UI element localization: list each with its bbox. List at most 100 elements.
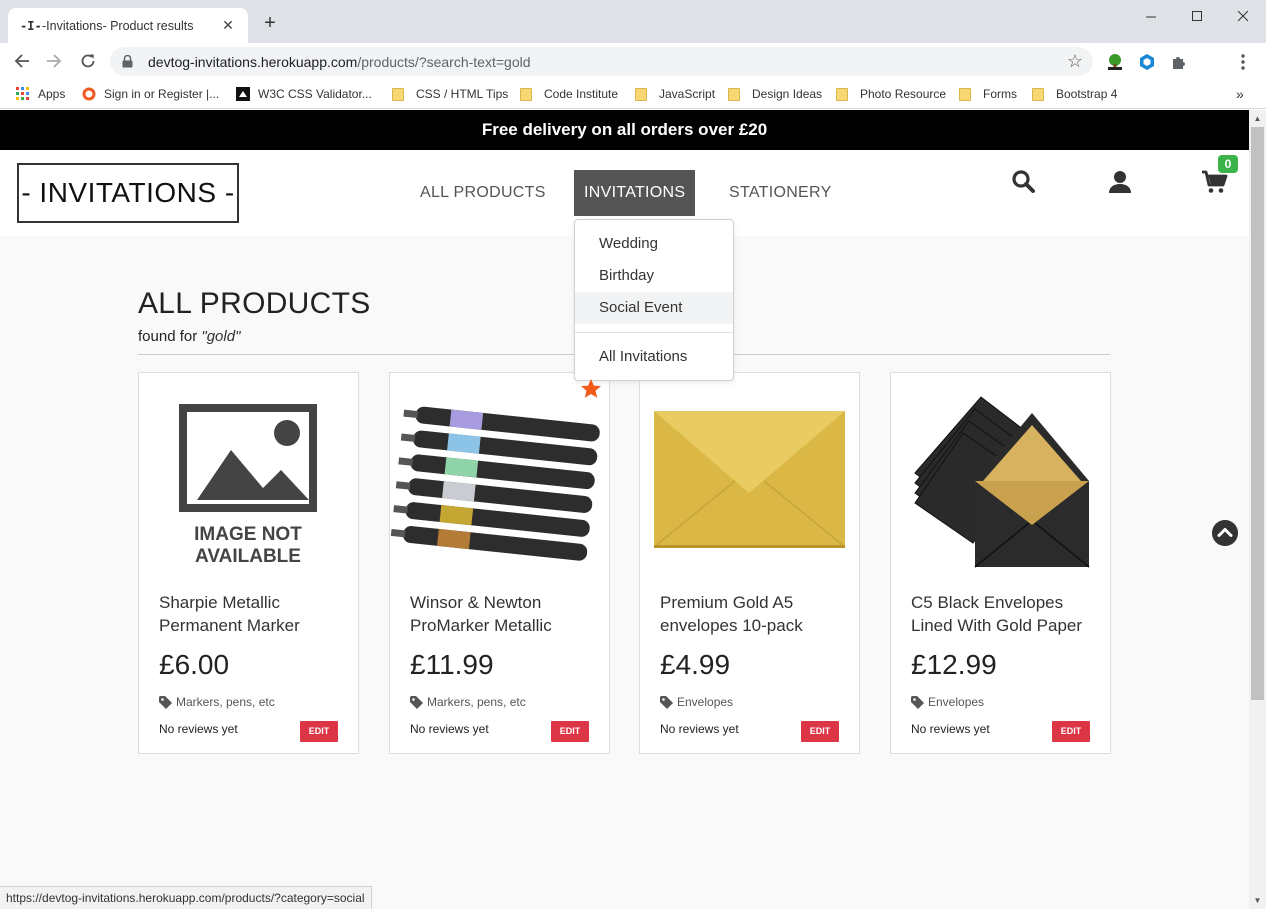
browser-menu-icon[interactable] [1232,51,1254,73]
bookmark-folder-javascript[interactable]: JavaScript [635,85,715,103]
bookmark-folder-forms[interactable]: Forms [959,85,1017,103]
product-card[interactable]: Premium Gold A5 envelopes 10-pack £4.99 … [639,372,860,754]
status-bar-link-preview: https://devtog-invitations.herokuapp.com… [0,886,372,909]
folder-icon [959,87,971,101]
nav-stationery[interactable]: STATIONERY [719,170,842,216]
search-term: "gold" [201,328,241,345]
tag-icon [660,695,673,709]
folder-icon [392,87,404,101]
close-icon [1237,10,1248,21]
url-path: /products/?search-text=gold [357,53,531,70]
dropdown-item-social-event[interactable]: Social Event [575,292,733,324]
favorite-star-icon [581,379,601,398]
site-logo[interactable]: - INVITATIONS - [17,163,239,223]
product-category: Envelopes [677,695,734,709]
bookmarks-more-button[interactable]: » [1236,85,1244,103]
reload-icon [81,54,95,68]
user-account-icon[interactable] [1106,168,1134,196]
back-button[interactable] [10,49,34,73]
ring-icon [82,87,96,101]
new-tab-button[interactable]: + [258,12,282,36]
search-summary-prefix: found for [138,328,202,345]
image-not-available-placeholder[interactable]: IMAGE NOT AVAILABLE [139,373,358,588]
scrollbar-thumb[interactable] [1251,127,1264,700]
scroll-down-arrow-icon[interactable]: ▼ [1249,892,1266,909]
product-category: Envelopes [928,695,985,709]
dropdown-item-birthday[interactable]: Birthday [575,260,733,292]
back-to-top-button[interactable] [1212,520,1238,546]
product-category-link[interactable]: Envelopes [660,695,733,709]
product-image-promarkers[interactable] [390,373,609,588]
nav-invitations[interactable]: INVITATIONS [574,170,696,216]
product-name[interactable]: C5 Black Envelopes Lined With Gold Paper [911,591,1101,637]
product-category-link[interactable]: Markers, pens, etc [159,695,275,709]
edit-button[interactable]: EDIT [1052,721,1090,742]
placeholder-text-line-1: IMAGE NOT [194,524,302,545]
extension-tree-icon[interactable] [1104,51,1126,73]
product-card[interactable]: Winsor & Newton ProMarker Metallic £11.9… [389,372,610,754]
w3c-logo-icon [236,87,250,101]
bookmark-label: Photo Resource [860,87,947,101]
url-host: devtog-invitations.herokuapp.com [148,53,358,70]
bookmark-label: CSS / HTML Tips [416,87,509,101]
browser-toolbar: devtog-invitations.herokuapp.com/product… [0,43,1266,79]
product-reviews: No reviews yet [410,722,489,736]
bookmark-label: W3C CSS Validator... [258,87,372,101]
edit-button[interactable]: EDIT [300,721,338,742]
product-card[interactable]: IMAGE NOT AVAILABLE Sharpie Metallic Per… [138,372,359,754]
product-category-link[interactable]: Envelopes [911,695,984,709]
product-category-link[interactable]: Markers, pens, etc [410,695,526,709]
dropdown-item-all-invitations[interactable]: All Invitations [575,341,733,373]
product-card[interactable]: C5 Black Envelopes Lined With Gold Paper… [890,372,1111,754]
nav-all-products[interactable]: ALL PRODUCTS [410,170,556,216]
tag-icon [159,695,172,709]
tab-close-icon[interactable]: ✕ [220,17,236,34]
bookmark-label: Bootstrap 4 [1056,87,1118,101]
edit-button[interactable]: EDIT [801,721,839,742]
product-name[interactable]: Premium Gold A5 envelopes 10-pack [660,591,850,637]
product-price: £6.00 [159,649,230,680]
arrow-right-icon [47,54,62,68]
product-price: £4.99 [660,649,731,680]
bookmark-sign-in[interactable]: Sign in or Register |... [82,85,219,103]
window-minimize-button[interactable] [1128,2,1174,30]
reload-button[interactable] [76,49,100,73]
dropdown-item-wedding[interactable]: Wedding [575,228,733,260]
tab-title: -Invitations- Product results [42,18,194,33]
delivery-banner: Free delivery on all orders over £20 [0,110,1249,150]
forward-button[interactable] [42,49,66,73]
bookmark-folder-css-html[interactable]: CSS / HTML Tips [392,85,508,103]
bookmark-apps[interactable]: Apps [16,85,65,103]
product-image-black-envelopes[interactable] [891,373,1110,588]
product-name[interactable]: Winsor & Newton ProMarker Metallic [410,591,600,637]
product-price: £11.99 [410,649,494,680]
dropdown-divider [575,332,733,333]
search-icon[interactable] [1010,168,1038,196]
bookmark-star-icon[interactable]: ☆ [1067,51,1083,72]
folder-icon [1032,87,1044,101]
bookmark-folder-code-institute[interactable]: Code Institute [520,85,618,103]
bookmark-folder-bootstrap[interactable]: Bootstrap 4 [1032,85,1117,103]
window-maximize-button[interactable] [1174,2,1220,30]
bookmark-folder-photo-resource[interactable]: Photo Resource [836,85,946,103]
tag-icon [410,695,423,709]
page-scrollbar[interactable]: ▲ ▼ [1249,110,1266,909]
scroll-up-arrow-icon[interactable]: ▲ [1249,110,1266,127]
window-close-button[interactable] [1220,2,1266,30]
extension-hexagon-icon[interactable] [1136,51,1158,73]
product-reviews: No reviews yet [159,722,238,736]
product-name[interactable]: Sharpie Metallic Permanent Marker [159,591,349,637]
bookmark-label: JavaScript [659,87,716,101]
invitations-dropdown-menu: Wedding Birthday Social Event All Invita… [574,219,734,381]
browser-tab[interactable]: -I- -Invitations- Product results ✕ [8,8,248,43]
cart-count-badge: 0 [1218,155,1238,173]
bookmark-folder-design-ideas[interactable]: Design Ideas [728,85,822,103]
bookmark-w3c-validator[interactable]: W3C CSS Validator... [236,85,372,103]
bookmark-label: Design Ideas [752,87,823,101]
page-viewport: Free delivery on all orders over £20 - I… [0,110,1249,909]
edit-button[interactable]: EDIT [551,721,589,742]
extensions-puzzle-icon[interactable] [1168,51,1190,73]
product-image-gold-envelope[interactable] [640,373,859,588]
address-bar[interactable]: devtog-invitations.herokuapp.com/product… [110,47,1093,76]
bookmark-label: Sign in or Register |... [104,87,220,101]
